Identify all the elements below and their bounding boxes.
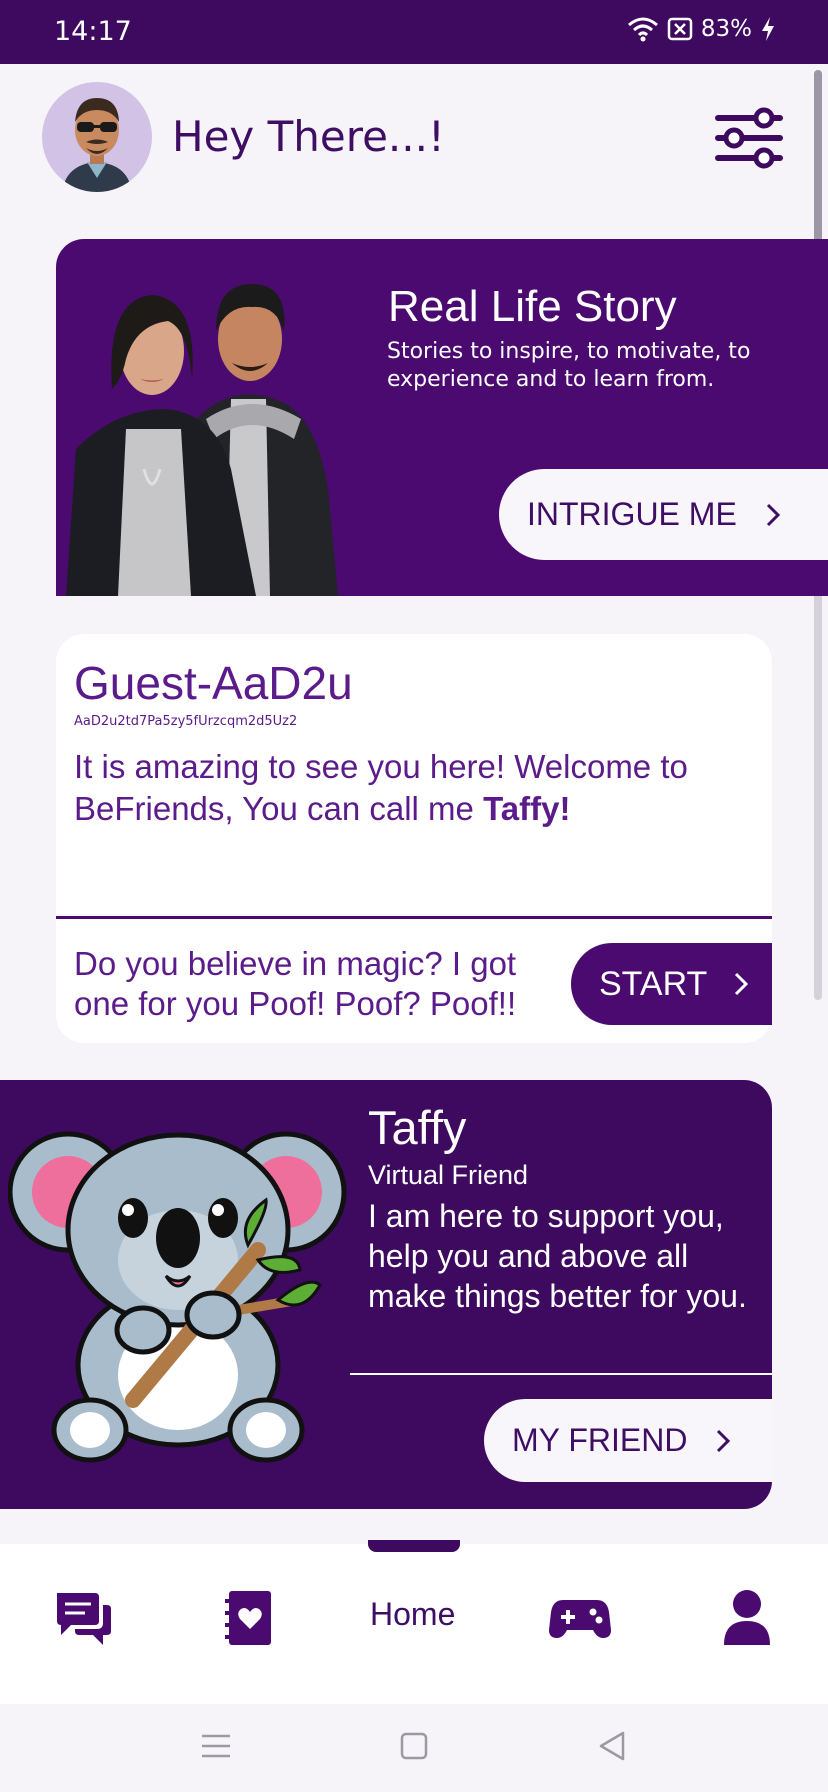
guest-name: Guest-AaD2u — [74, 657, 353, 709]
avatar[interactable] — [42, 82, 152, 192]
profile-icon — [724, 1590, 770, 1645]
taffy-name: Taffy — [368, 1101, 467, 1154]
system-home-button[interactable] — [394, 1726, 434, 1766]
welcome-message: It is amazing to see you here! Welcome t… — [74, 746, 754, 830]
taffy-description: I am here to support you, help you and a… — [368, 1198, 747, 1314]
gamepad-icon — [549, 1600, 611, 1638]
nav-home[interactable]: Home — [370, 1596, 455, 1633]
taffy-card-divider — [350, 1373, 772, 1375]
chevron-right-icon — [717, 1429, 731, 1452]
koala-illustration — [8, 1131, 347, 1463]
guest-card-divider — [56, 916, 772, 919]
wifi-icon — [627, 17, 658, 42]
greeting-title: Hey There...! — [172, 112, 445, 161]
square-icon — [400, 1732, 428, 1760]
intrigue-me-button[interactable]: INTRIGUE ME — [499, 469, 828, 560]
filter-button[interactable] — [712, 106, 786, 170]
guest-id: AaD2u2td7Pa5zy5fUrzcqm2d5Uz2 — [74, 714, 298, 729]
back-triangle-icon — [599, 1731, 625, 1761]
nav-active-indicator — [368, 1540, 460, 1552]
my-friend-label: MY FRIEND — [512, 1422, 688, 1458]
taffy-role: Virtual Friend — [368, 1160, 529, 1190]
story-characters-illustration — [66, 284, 338, 596]
welcome-text: It is amazing to see you here! Welcome t… — [74, 748, 688, 827]
battery-percent: 83% — [700, 16, 752, 42]
story-subtitle: Stories to inspire, to motivate, to expe… — [387, 339, 751, 392]
start-label: START — [599, 964, 708, 1003]
chevron-right-icon — [766, 503, 780, 526]
menu-icon — [202, 1734, 230, 1758]
system-menu-button[interactable] — [196, 1726, 236, 1766]
status-icons: 83% — [627, 16, 776, 42]
journal-heart-icon — [225, 1591, 271, 1645]
status-bar: 14:17 83% — [0, 0, 828, 64]
start-button[interactable]: START — [571, 943, 772, 1025]
avatar-image — [62, 98, 132, 192]
my-friend-button[interactable]: MY FRIEND — [484, 1399, 772, 1482]
chat-icon — [57, 1593, 111, 1645]
magic-prompt: Do you believe in magic? I got one for y… — [74, 945, 517, 1022]
sim-off-icon — [667, 17, 693, 41]
intrigue-me-label: INTRIGUE ME — [527, 496, 737, 532]
nav-games[interactable] — [545, 1586, 615, 1650]
status-time: 14:17 — [54, 16, 132, 47]
welcome-name: Taffy! — [483, 790, 571, 827]
nav-chat[interactable] — [48, 1586, 118, 1650]
system-back-button[interactable] — [592, 1726, 632, 1766]
sliders-icon — [715, 107, 783, 169]
charging-icon — [762, 17, 774, 41]
chevron-right-icon — [735, 972, 749, 996]
nav-journal[interactable] — [214, 1586, 284, 1650]
nav-profile[interactable] — [712, 1586, 782, 1650]
story-title: Real Life Story — [388, 282, 677, 331]
